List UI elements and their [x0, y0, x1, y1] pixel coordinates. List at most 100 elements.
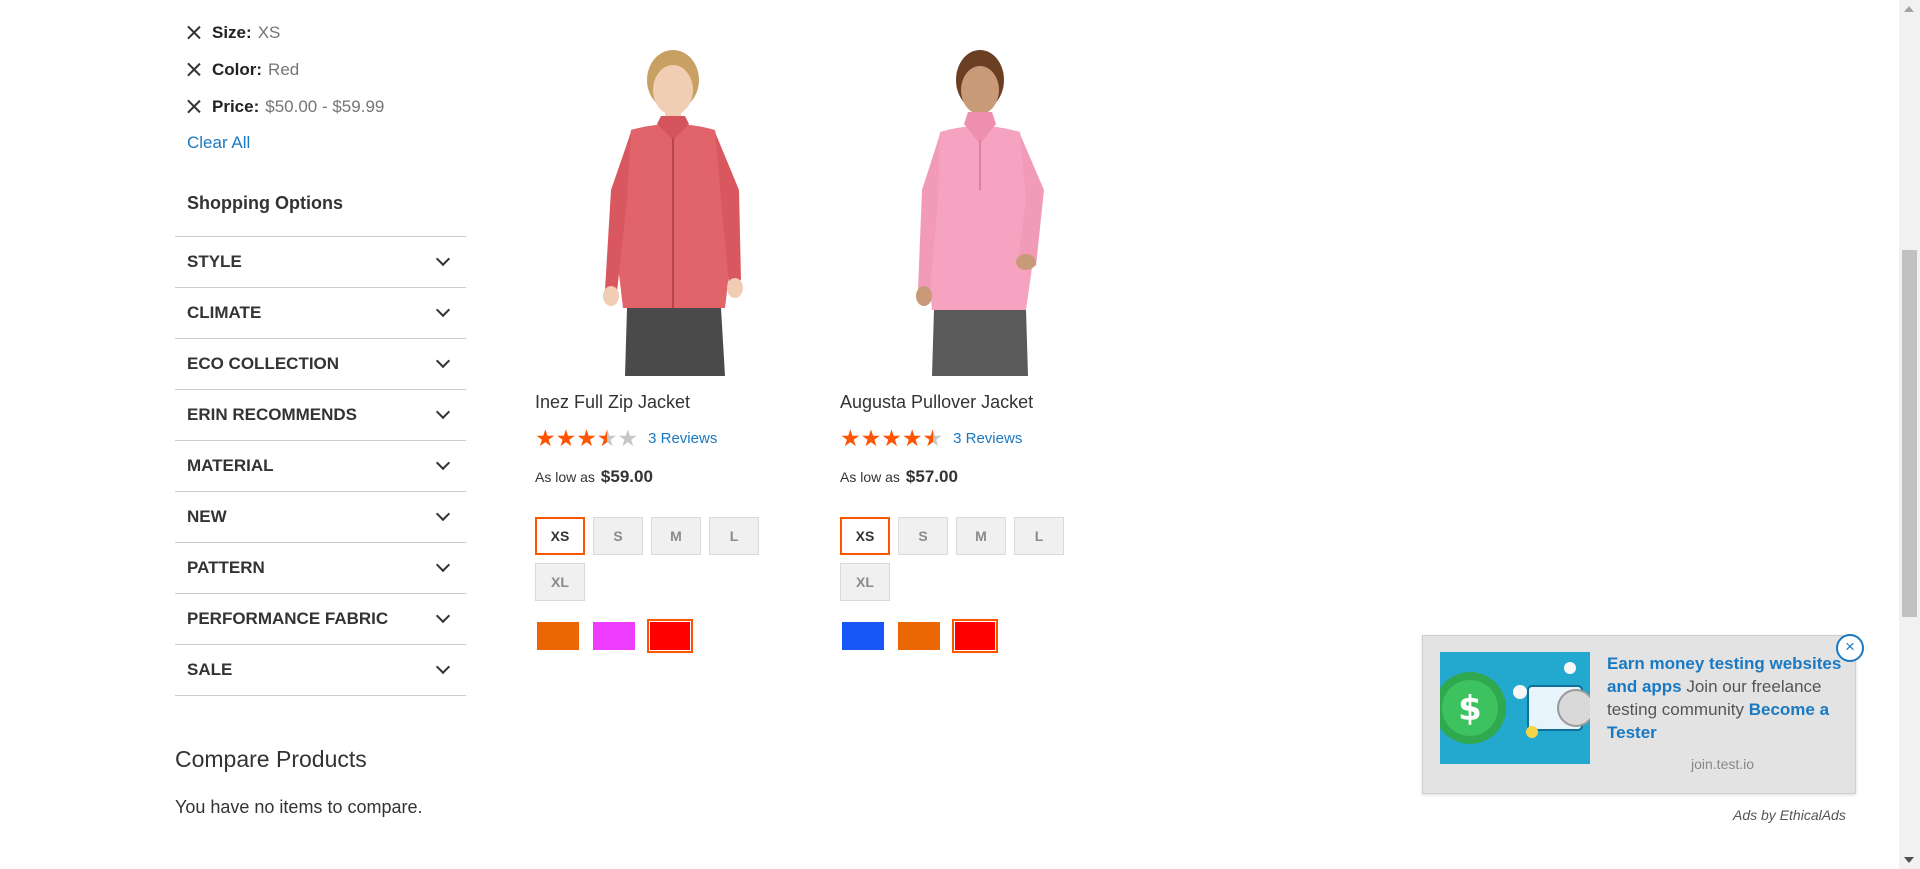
- size-option-l[interactable]: L: [709, 517, 759, 555]
- filter-value: Red: [268, 59, 300, 79]
- star-full-icon: ★: [901, 425, 923, 451]
- star-half-icon: ★: [923, 427, 944, 450]
- active-filters: Size: XS Color: Red Price: $50.00 - $59.…: [185, 14, 466, 125]
- compare-empty-message: You have no items to compare.: [175, 797, 423, 817]
- color-swatch-orange[interactable]: [535, 619, 581, 653]
- scroll-thumb[interactable]: [1902, 250, 1917, 617]
- option-erin-recommends[interactable]: ERIN RECOMMENDS: [175, 390, 466, 441]
- star-full-icon: ★: [860, 425, 882, 451]
- size-option-m[interactable]: M: [956, 517, 1006, 555]
- color-swatch-red[interactable]: [952, 619, 998, 653]
- star-full-icon: ★: [535, 425, 556, 451]
- filter-color: Color: Red: [185, 51, 466, 88]
- product-name-link[interactable]: Inez Full Zip Jacket: [535, 392, 775, 413]
- shopping-options-title: Shopping Options: [187, 193, 343, 213]
- price-prefix: As low as: [840, 469, 900, 485]
- star-full-icon: ★: [881, 425, 902, 451]
- color-swatch-purple[interactable]: [591, 619, 637, 653]
- swatch-fill: [593, 622, 635, 650]
- swatch-fill: [650, 622, 690, 650]
- color-swatch-orange[interactable]: [896, 619, 942, 653]
- ad-image[interactable]: $: [1440, 652, 1590, 764]
- chevron-down-icon: [435, 353, 451, 369]
- size-option-xs[interactable]: XS: [535, 517, 585, 555]
- option-eco-collection[interactable]: ECO COLLECTION: [175, 339, 466, 390]
- price-box: As low as $59.00: [535, 467, 775, 487]
- option-new[interactable]: NEW: [175, 492, 466, 543]
- remove-filter-size-icon[interactable]: [185, 24, 202, 41]
- remove-filter-color-icon[interactable]: [185, 61, 202, 78]
- option-label: ERIN RECOMMENDS: [187, 405, 358, 424]
- option-label: PERFORMANCE FABRIC: [187, 609, 389, 628]
- filter-value: $50.00 - $59.99: [265, 96, 385, 116]
- jacket-photo-icon: [840, 40, 1080, 376]
- option-label: PATTERN: [187, 558, 265, 577]
- option-style[interactable]: STYLE: [175, 237, 466, 288]
- price-value: $57.00: [905, 467, 958, 486]
- filter-size: Size: XS: [185, 14, 466, 51]
- size-option-m[interactable]: M: [651, 517, 701, 555]
- swatch-fill: [842, 622, 884, 650]
- remove-filter-price-icon[interactable]: [185, 98, 202, 115]
- option-label: MATERIAL: [187, 456, 274, 475]
- rating-stars: ★ ★ ★ ★ ★: [840, 425, 944, 451]
- option-material[interactable]: MATERIAL: [175, 441, 466, 492]
- filter-label: Price:: [212, 96, 260, 116]
- option-climate[interactable]: CLIMATE: [175, 288, 466, 339]
- price-prefix: As low as: [535, 469, 595, 485]
- option-label: ECO COLLECTION: [187, 354, 340, 373]
- option-label: STYLE: [187, 252, 242, 271]
- chevron-down-icon: [435, 659, 451, 675]
- color-options: [535, 619, 775, 653]
- reviews-link[interactable]: 3 Reviews: [953, 430, 1022, 447]
- star-full-icon: ★: [555, 425, 577, 451]
- option-label: NEW: [187, 507, 227, 526]
- sidebar: Size: XS Color: Red Price: $50.00 - $59.…: [175, 0, 466, 818]
- chevron-down-icon: [435, 404, 451, 420]
- product-name-link[interactable]: Augusta Pullover Jacket: [840, 392, 1080, 413]
- ad-text[interactable]: Earn money testing websites and apps Joi…: [1607, 652, 1845, 744]
- color-options: [840, 619, 1080, 653]
- size-options: XS S M L XL: [840, 517, 1080, 609]
- option-pattern[interactable]: PATTERN: [175, 543, 466, 594]
- size-option-s[interactable]: S: [898, 517, 948, 555]
- product-card: Inez Full Zip Jacket ★ ★ ★ ★ ★ 3 Reviews…: [535, 40, 775, 653]
- product-image[interactable]: [535, 40, 775, 376]
- product-rating: ★ ★ ★ ★ ★ 3 Reviews: [535, 425, 775, 451]
- star-full-icon: ★: [840, 425, 861, 451]
- size-option-s[interactable]: S: [593, 517, 643, 555]
- chevron-down-icon: [435, 455, 451, 471]
- ad-attribution[interactable]: Ads by EthicalAds: [1733, 807, 1846, 823]
- size-option-xl[interactable]: XL: [840, 563, 890, 601]
- star-empty-icon: ★: [617, 425, 639, 451]
- chevron-down-icon: [435, 506, 451, 522]
- chevron-down-icon: [435, 251, 451, 267]
- svg-text:$: $: [1458, 689, 1482, 729]
- dollar-coin-icon: $: [1440, 652, 1590, 764]
- filter-value: XS: [257, 22, 281, 42]
- option-sale[interactable]: SALE: [175, 645, 466, 696]
- scroll-down-icon[interactable]: [1904, 857, 1914, 863]
- option-label: SALE: [187, 660, 233, 679]
- star-full-icon: ★: [576, 425, 597, 451]
- clear-all-link[interactable]: Clear All: [187, 133, 466, 153]
- size-option-xl[interactable]: XL: [535, 563, 585, 601]
- color-swatch-red[interactable]: [647, 619, 693, 653]
- size-option-l[interactable]: L: [1014, 517, 1064, 555]
- filter-label: Color:: [212, 59, 263, 79]
- option-performance-fabric[interactable]: PERFORMANCE FABRIC: [175, 594, 466, 645]
- chevron-down-icon: [435, 557, 451, 573]
- size-option-xs[interactable]: XS: [840, 517, 890, 555]
- color-swatch-blue[interactable]: [840, 619, 886, 653]
- rating-stars: ★ ★ ★ ★ ★: [535, 425, 639, 451]
- size-options: XS S M L XL: [535, 517, 775, 609]
- product-card: Augusta Pullover Jacket ★ ★ ★ ★ ★ 3 Revi…: [840, 40, 1080, 653]
- product-image[interactable]: [840, 40, 1080, 376]
- page-scrollbar[interactable]: [1899, 0, 1920, 869]
- compare-products-title: Compare Products: [175, 746, 367, 772]
- reviews-link[interactable]: 3 Reviews: [648, 430, 717, 447]
- scroll-up-icon[interactable]: [1904, 6, 1914, 12]
- chevron-down-icon: [435, 302, 451, 318]
- product-rating: ★ ★ ★ ★ ★ 3 Reviews: [840, 425, 1080, 451]
- chevron-down-icon: [435, 608, 451, 624]
